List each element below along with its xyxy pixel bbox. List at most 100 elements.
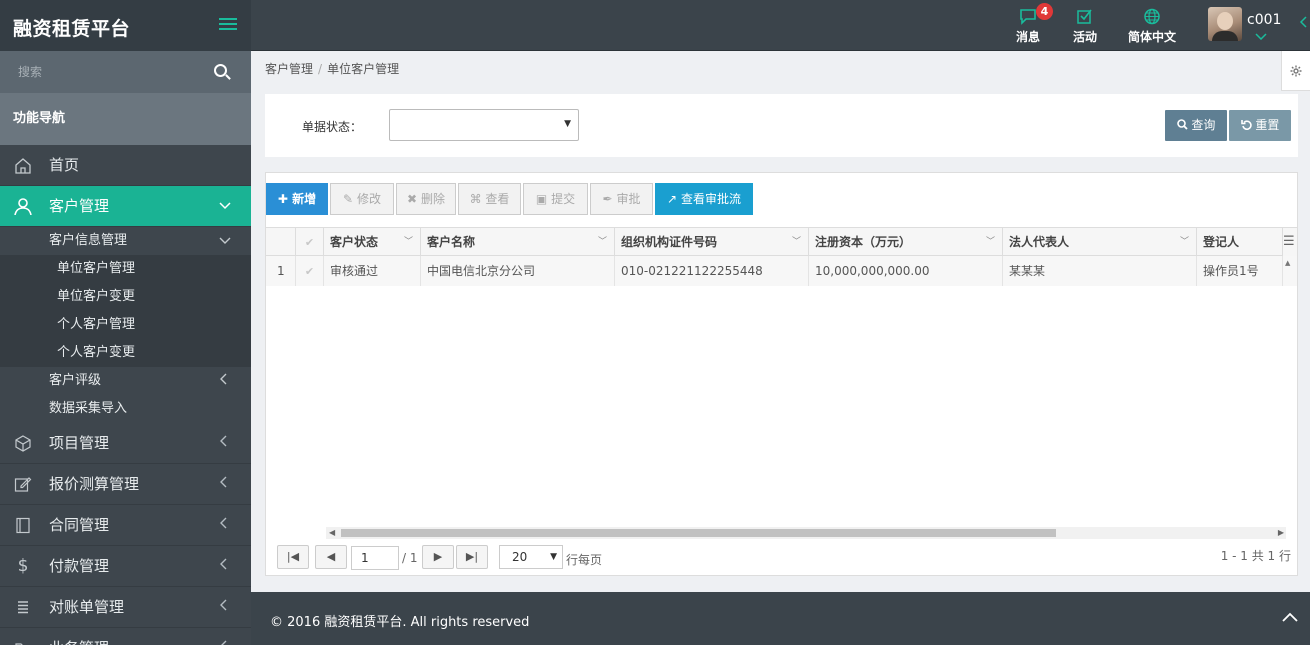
nav-heading: 功能导航: [0, 93, 251, 145]
sidebar-item-label: 客户管理: [49, 197, 110, 215]
chevron-up-icon[interactable]: [1282, 607, 1298, 626]
column-header[interactable]: 注册资本（万元） ﹀: [809, 228, 1003, 256]
edit-label: 修改: [356, 192, 381, 206]
table-row[interactable]: 1 ✔ 审核通过 中国电信北京分公司 010-021221122255448 1…: [266, 256, 1297, 286]
sidebar-item-unit-customer-change[interactable]: 单位客户变更: [0, 283, 251, 311]
chevron-left-icon: [219, 505, 227, 546]
sidebar-item-quote[interactable]: 报价测算管理: [0, 464, 251, 505]
sidebar-item-statement[interactable]: 对账单管理: [0, 587, 251, 628]
page-total: / 1: [402, 551, 418, 565]
edit-button[interactable]: ✎ 修改: [330, 183, 394, 215]
edit-icon: [13, 464, 33, 508]
sidebar-item-label: 付款管理: [49, 557, 110, 575]
sidebar-item-data-import[interactable]: 数据采集导入: [0, 395, 251, 423]
sidebar-item-contract[interactable]: 合同管理: [0, 505, 251, 546]
scroll-left-icon[interactable]: ◀: [329, 527, 335, 539]
rows-per-page-select[interactable]: 20 ▼: [499, 545, 563, 569]
status-filter-label: 单据状态：: [302, 120, 363, 134]
sidebar-item-customer[interactable]: 客户管理: [0, 186, 251, 227]
folder-icon: [13, 628, 33, 645]
sidebar-item-project[interactable]: 项目管理: [0, 423, 251, 464]
chevron-down-icon[interactable]: [1255, 32, 1267, 43]
approve-button[interactable]: ✒ 审批: [590, 183, 653, 215]
horizontal-scrollbar[interactable]: ◀ ▶: [326, 527, 1286, 539]
rows-per-page-value: 20: [512, 550, 528, 564]
sidebar-item-personal-customer-change[interactable]: 个人客户变更: [0, 339, 251, 367]
column-header-label: 组织机构证件号码: [621, 235, 718, 249]
sidebar-item-label: 业务管理: [49, 628, 109, 645]
chevron-down-icon: ﹀: [985, 237, 995, 247]
rows-per-page-label: 行每页: [566, 553, 603, 567]
breadcrumb-current: 单位客户管理: [327, 62, 400, 76]
cube-icon: [13, 423, 33, 467]
row-checkbox[interactable]: ✔: [296, 256, 324, 286]
messages-badge: 4: [1036, 3, 1053, 20]
submit-button[interactable]: ▣ 提交: [523, 183, 588, 215]
home-icon: [13, 145, 33, 189]
breadcrumb-separator: /: [318, 62, 323, 76]
status-filter-select[interactable]: ▼: [389, 109, 579, 141]
row-number: 1: [266, 256, 296, 286]
scroll-right-icon[interactable]: ▶: [1278, 527, 1284, 539]
grid-panel: ✚ 新增 ✎ 修改 ✖ 删除 ⌘ 查看 ▣ 提交 ✒ 审批 ↗ 查看审批流 ✔ …: [265, 172, 1298, 576]
sidebar-search: [0, 51, 251, 93]
top-bar: 融资租赁平台 4 消息 活动 简体中文 c001: [0, 0, 1310, 51]
select-all-checkbox[interactable]: ✔: [296, 228, 324, 256]
menu-toggle-icon[interactable]: [219, 18, 237, 32]
language-button[interactable]: 简体中文: [1128, 8, 1176, 45]
copyright-text: © 2016 融资租赁平台. All rights reserved: [270, 615, 530, 630]
chevron-left-icon[interactable]: [1299, 16, 1307, 31]
breadcrumb-parent[interactable]: 客户管理: [265, 62, 313, 76]
search-icon: [1176, 119, 1188, 130]
page-number-input[interactable]: 1: [351, 546, 399, 570]
search-icon[interactable]: [214, 64, 227, 77]
sidebar-item-customer-info[interactable]: 客户信息管理: [0, 227, 251, 255]
sidebar-item-payment[interactable]: $ 付款管理: [0, 546, 251, 587]
last-page-button[interactable]: ▶|: [456, 545, 488, 569]
column-menu-icon[interactable]: ☰: [1283, 228, 1297, 256]
sidebar-item-customer-rating[interactable]: 客户评级: [0, 367, 251, 395]
table-header: ✔ 客户状态 ﹀ 客户名称 ﹀ 组织机构证件号码 ﹀ 注册资本（万元） ﹀ 法人代表人 ﹀…: [266, 228, 1297, 256]
chevron-left-icon: [219, 423, 227, 464]
caret-down-icon: ▼: [564, 119, 571, 129]
column-header[interactable]: 组织机构证件号码 ﹀: [615, 228, 809, 256]
approve-label: 审批: [616, 192, 641, 206]
reset-button[interactable]: 重置: [1229, 110, 1291, 141]
user-name[interactable]: c001: [1247, 12, 1281, 28]
next-page-button[interactable]: ▶: [422, 545, 454, 569]
settings-button[interactable]: [1281, 51, 1310, 91]
customer-table: ✔ 客户状态 ﹀ 客户名称 ﹀ 组织机构证件号码 ﹀ 注册资本（万元） ﹀ 法人代表人 ﹀…: [266, 227, 1297, 541]
view-button[interactable]: ⌘ 查看: [458, 183, 521, 215]
sidebar-item-business[interactable]: 业务管理: [0, 628, 251, 645]
chevron-down-icon: ﹀: [403, 237, 413, 247]
add-button[interactable]: ✚ 新增: [266, 183, 328, 215]
sidebar-item-home[interactable]: 首页: [0, 145, 251, 186]
first-page-button[interactable]: |◀: [277, 545, 309, 569]
scroll-up-icon[interactable]: ▲: [1285, 259, 1290, 267]
check-icon: ✔: [304, 236, 315, 249]
chevron-down-icon: [219, 186, 231, 227]
chevron-down-icon: ﹀: [791, 237, 801, 247]
query-label: 查询: [1191, 118, 1216, 132]
activity-button[interactable]: 活动: [1073, 8, 1097, 45]
scrollbar-thumb[interactable]: [341, 529, 1056, 537]
wand-icon: ↗: [667, 192, 678, 206]
sidebar-item-label: 个人客户管理: [57, 317, 136, 332]
prev-page-icon: ◀: [326, 550, 336, 563]
column-header[interactable]: 法人代表人 ﹀: [1003, 228, 1197, 256]
cell-registrar: 操作员1号: [1197, 256, 1283, 286]
column-header[interactable]: 客户状态 ﹀: [324, 228, 421, 256]
sidebar-item-personal-customer-manage[interactable]: 个人客户管理: [0, 311, 251, 339]
list-icon: [13, 587, 33, 631]
sidebar-item-unit-customer-manage[interactable]: 单位客户管理: [0, 255, 251, 283]
cell-legal-rep: 某某某: [1003, 256, 1197, 286]
delete-button[interactable]: ✖ 删除: [396, 183, 456, 215]
column-header[interactable]: 客户名称 ﹀: [421, 228, 615, 256]
user-avatar[interactable]: [1208, 7, 1242, 41]
prev-page-button[interactable]: ◀: [315, 545, 347, 569]
column-header[interactable]: 登记人: [1197, 228, 1283, 256]
view-label: 查看: [485, 192, 510, 206]
view-approval-flow-button[interactable]: ↗ 查看审批流: [655, 183, 753, 215]
query-button[interactable]: 查询: [1165, 110, 1227, 141]
messages-button[interactable]: 4 消息: [1016, 3, 1053, 45]
